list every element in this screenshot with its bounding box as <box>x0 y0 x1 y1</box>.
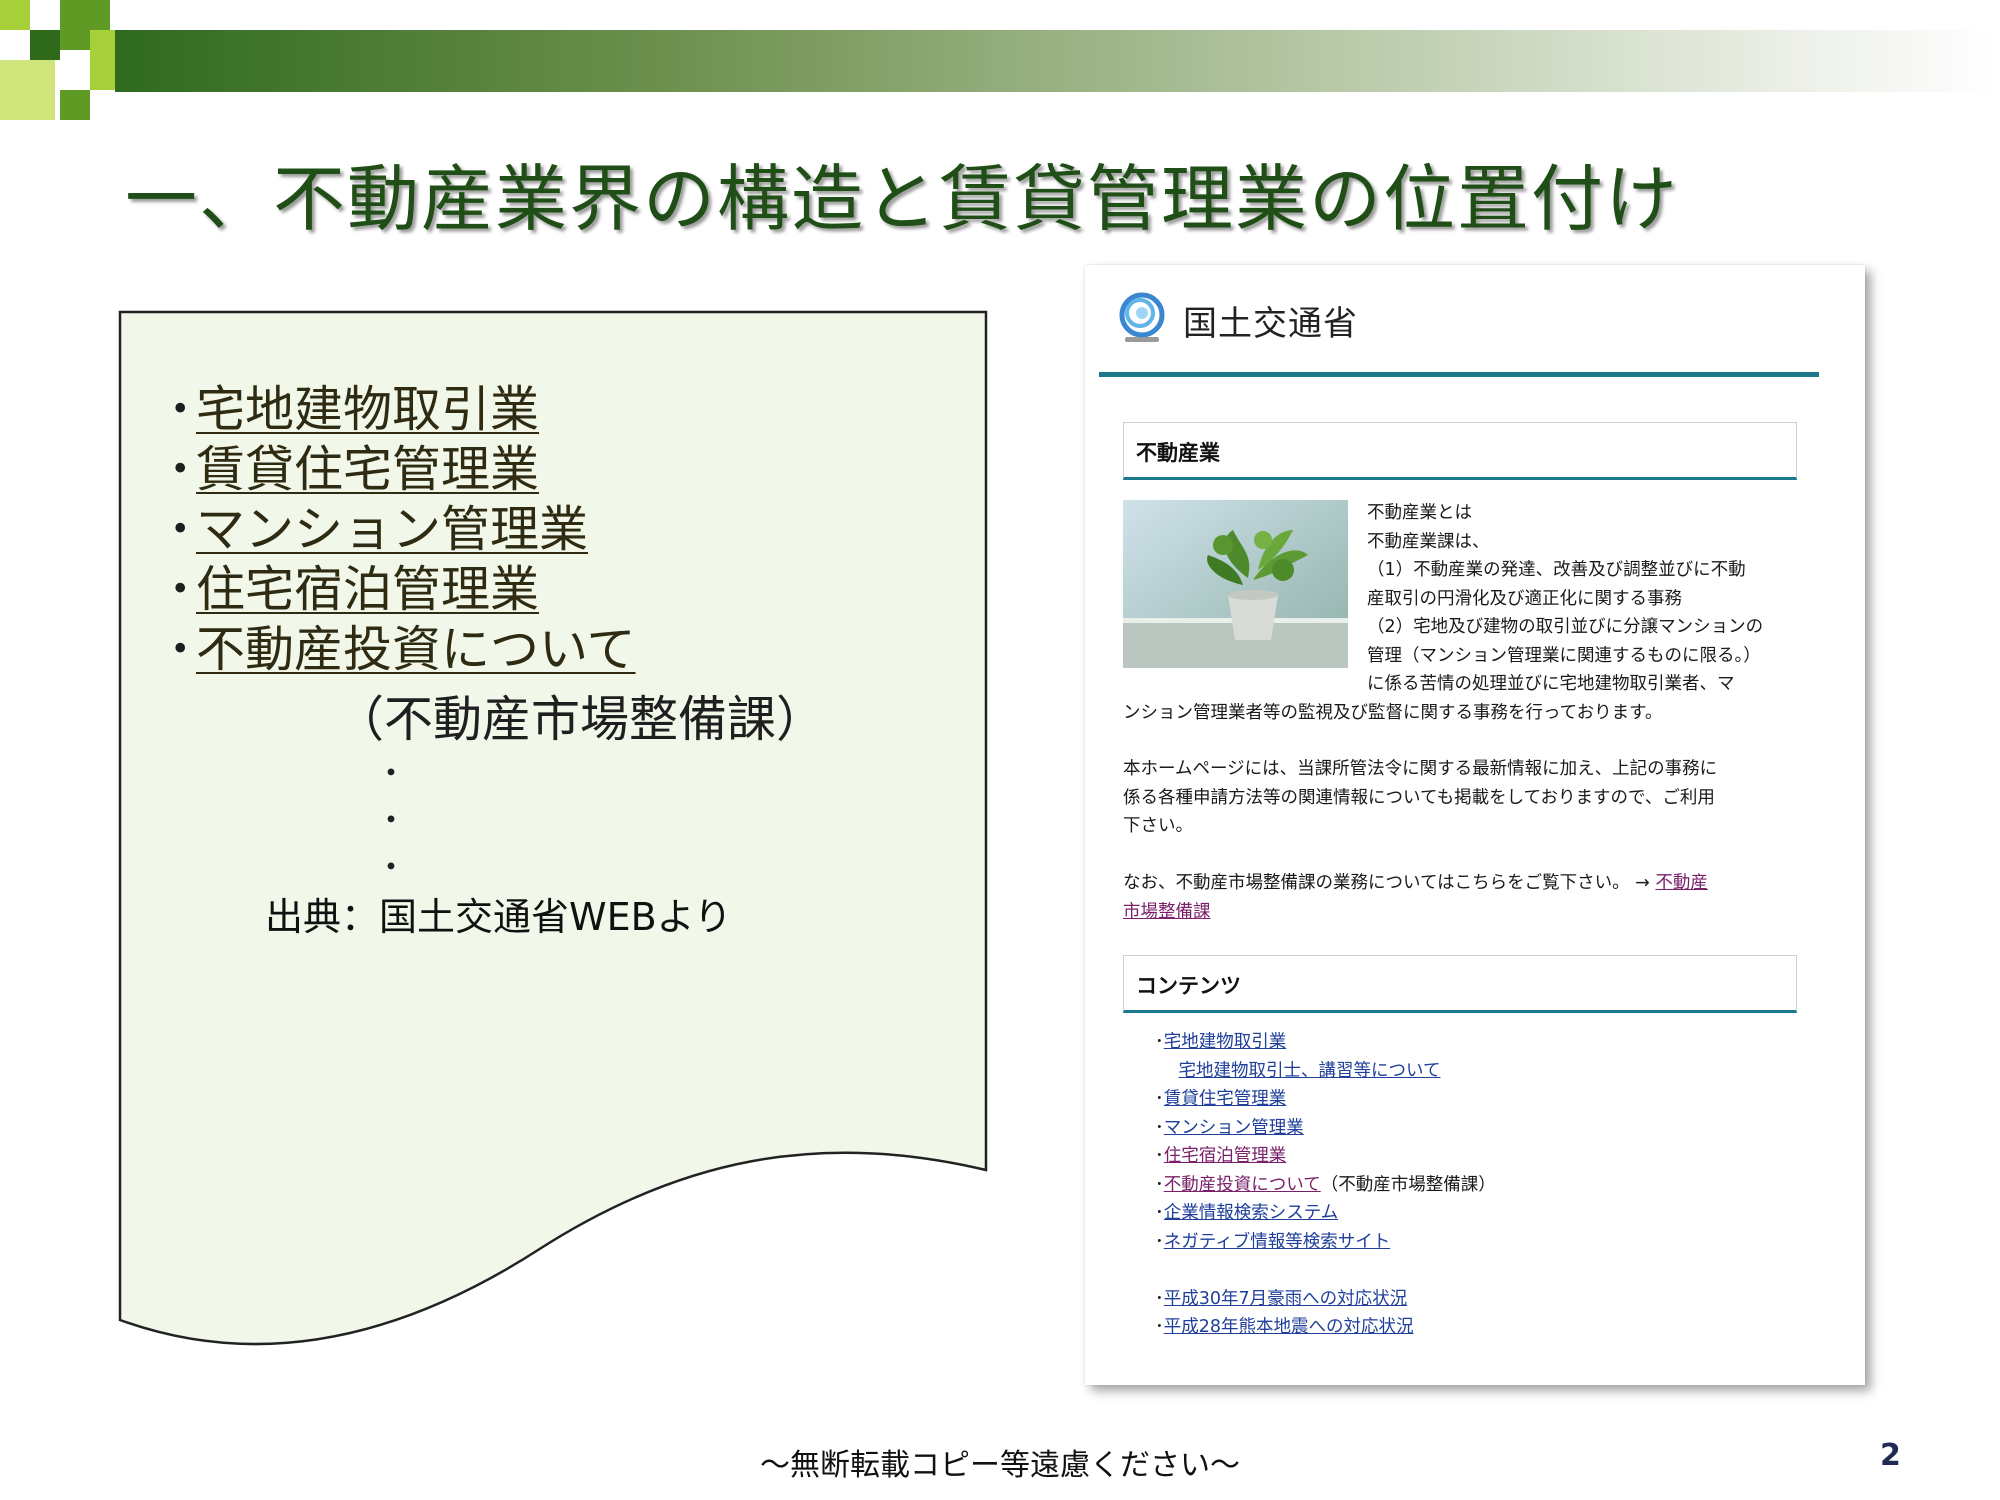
web-header: 国土交通省 <box>1113 290 1358 350</box>
topic-link[interactable]: マンション管理業 <box>196 501 588 558</box>
list-item: ･賃貸住宅管理業 <box>1155 1089 1287 1109</box>
topic-item[interactable]: ･マンション管理業 <box>168 500 636 560</box>
ministry-name: 国土交通省 <box>1183 303 1358 344</box>
list-item: ･宅地建物取引業 <box>1155 1032 1287 1052</box>
list-item: ･不動産投資について（不動産市場整備課） <box>1155 1174 1496 1195</box>
topic-item[interactable]: ･住宅宿泊管理業 <box>168 560 636 620</box>
contents-list: ･宅地建物取引業 宅地建物取引士、講習等について ･賃貸住宅管理業 ･マンション… <box>1155 1028 1496 1342</box>
topic-item[interactable]: ･宅地建物取引業 <box>168 380 636 440</box>
web-screenshot: 国土交通省 不動産業 不動産業とは 不動産業課は、 （1）不動産業の発達、改善及… <box>1085 265 1865 1385</box>
topic-link[interactable]: 賃貸住宅管理業 <box>196 441 539 498</box>
market-link[interactable]: 不動産 <box>1655 873 1708 893</box>
footer-notice: ～無断転載コピー等遠慮ください～ <box>760 1448 1240 1483</box>
content-link[interactable]: 企業情報検索システム <box>1164 1203 1338 1223</box>
list-item: ･平成30年7月豪雨への対応状況 <box>1155 1288 1408 1309</box>
page-number: 2 <box>1880 1438 1901 1473</box>
list-item: ･住宅宿泊管理業 <box>1155 1146 1287 1166</box>
market-notice: なお、不動産市場整備課の業務についてはこちらをご覧下さい。 → 不動産 市場整備… <box>1123 873 1708 922</box>
plant-photo <box>1123 500 1348 668</box>
market-link[interactable]: 市場整備課 <box>1123 902 1211 922</box>
ellipsis-dot: ・ <box>375 848 408 886</box>
source-citation: 出典：国土交通省WEBより <box>265 895 732 939</box>
content-link[interactable]: マンション管理業 <box>1164 1118 1304 1138</box>
list-item: ･ネガティブ情報等検索サイト <box>1155 1231 1391 1252</box>
topic-item[interactable]: ･賃貸住宅管理業 <box>168 440 636 500</box>
header-rule <box>1099 372 1819 377</box>
section-heading-contents: コンテンツ <box>1123 955 1797 1013</box>
list-spacer <box>1155 1256 1496 1285</box>
list-item: ･企業情報検索システム <box>1155 1203 1339 1223</box>
content-link[interactable]: ネガティブ情報等検索サイト <box>1164 1232 1390 1252</box>
content-link[interactable]: 宅地建物取引士、講習等について <box>1179 1061 1441 1081</box>
intro-text-tail: ンション管理業者等の監視及び監督に関する事務を行っております。 <box>1123 703 1663 723</box>
list-item: ･平成28年熊本地震への対応状況 <box>1155 1317 1414 1337</box>
topic-link[interactable]: 住宅宿泊管理業 <box>196 561 539 618</box>
ellipsis-dot: ・ <box>375 801 408 839</box>
content-link[interactable]: 平成30年7月豪雨への対応状況 <box>1164 1289 1407 1309</box>
section-heading-realestate: 不動産業 <box>1123 422 1797 480</box>
header-square-5 <box>0 60 55 120</box>
header-square-6 <box>60 90 90 120</box>
content-link[interactable]: 住宅宿泊管理業 <box>1164 1146 1287 1166</box>
content-link[interactable]: 平成28年熊本地震への対応状況 <box>1164 1317 1414 1337</box>
content-link[interactable]: 賃貸住宅管理業 <box>1164 1089 1287 1109</box>
header-square-1 <box>0 0 30 30</box>
list-item: 宅地建物取引士、講習等について <box>1155 1057 1496 1086</box>
topic-subnote: （不動産市場整備課） <box>335 691 826 748</box>
slide-title: 一、不動産業界の構造と賃貸管理業の位置付け <box>125 157 1680 241</box>
list-item: ･マンション管理業 <box>1155 1117 1304 1138</box>
topic-item[interactable]: ･不動産投資について <box>168 620 636 680</box>
topic-link[interactable]: 不動産投資について <box>196 621 636 678</box>
topic-link[interactable]: 宅地建物取引業 <box>196 381 539 438</box>
content-link[interactable]: 宅地建物取引業 <box>1164 1032 1287 1052</box>
ministry-logo-icon <box>1119 292 1165 342</box>
header-square-3 <box>30 30 60 60</box>
header-gradient-bar <box>115 30 2000 92</box>
content-link[interactable]: 不動産投資について <box>1164 1175 1321 1195</box>
topic-list: ･宅地建物取引業 ･賃貸住宅管理業 ･マンション管理業 ･住宅宿泊管理業 ･不動… <box>168 380 636 680</box>
homepage-text: 本ホームページには、当課所管法令に関する最新情報に加え、上記の事務に 係る各種申… <box>1123 759 1718 836</box>
intro-text: 不動産業とは 不動産業課は、 （1）不動産業の発達、改善及び調整並びに不動 産取… <box>1367 503 1764 694</box>
ellipsis-dot: ・ <box>375 754 408 792</box>
